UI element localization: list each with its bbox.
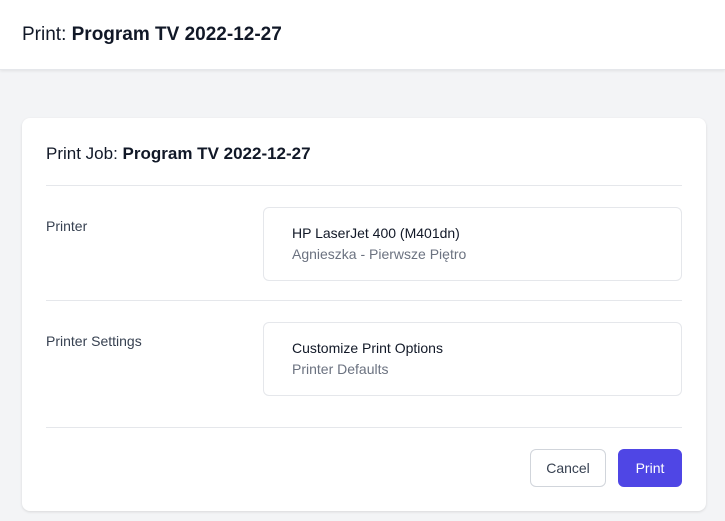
- printer-settings-label: Printer Settings: [46, 333, 142, 349]
- printer-settings-title: Customize Print Options: [292, 340, 443, 356]
- print-job-card: Print Job: Program TV 2022-12-27 Printer…: [22, 118, 706, 511]
- printer-name: HP LaserJet 400 (M401dn): [292, 225, 460, 241]
- page-title-prefix: Print:: [22, 23, 72, 45]
- printer-settings-value: Printer Defaults: [292, 361, 389, 377]
- printer-location: Agnieszka - Pierwsze Piętro: [292, 246, 467, 262]
- printer-select[interactable]: HP LaserJet 400 (M401dn) Agnieszka - Pie…: [263, 207, 682, 281]
- printer-label: Printer: [46, 218, 88, 234]
- top-header: Print: Program TV 2022-12-27: [0, 0, 725, 70]
- print-button[interactable]: Print: [618, 449, 682, 487]
- cancel-button[interactable]: Cancel: [530, 449, 606, 487]
- card-title-prefix: Print Job:: [46, 144, 123, 163]
- page-title: Print: Program TV 2022-12-27: [22, 24, 282, 46]
- page-title-document: Program TV 2022-12-27: [71, 23, 282, 45]
- divider: [46, 427, 682, 428]
- card-title-document: Program TV 2022-12-27: [122, 144, 311, 163]
- divider: [46, 300, 682, 301]
- divider: [46, 185, 682, 186]
- printer-settings-select[interactable]: Customize Print Options Printer Defaults: [263, 322, 682, 396]
- card-title: Print Job: Program TV 2022-12-27: [46, 144, 311, 164]
